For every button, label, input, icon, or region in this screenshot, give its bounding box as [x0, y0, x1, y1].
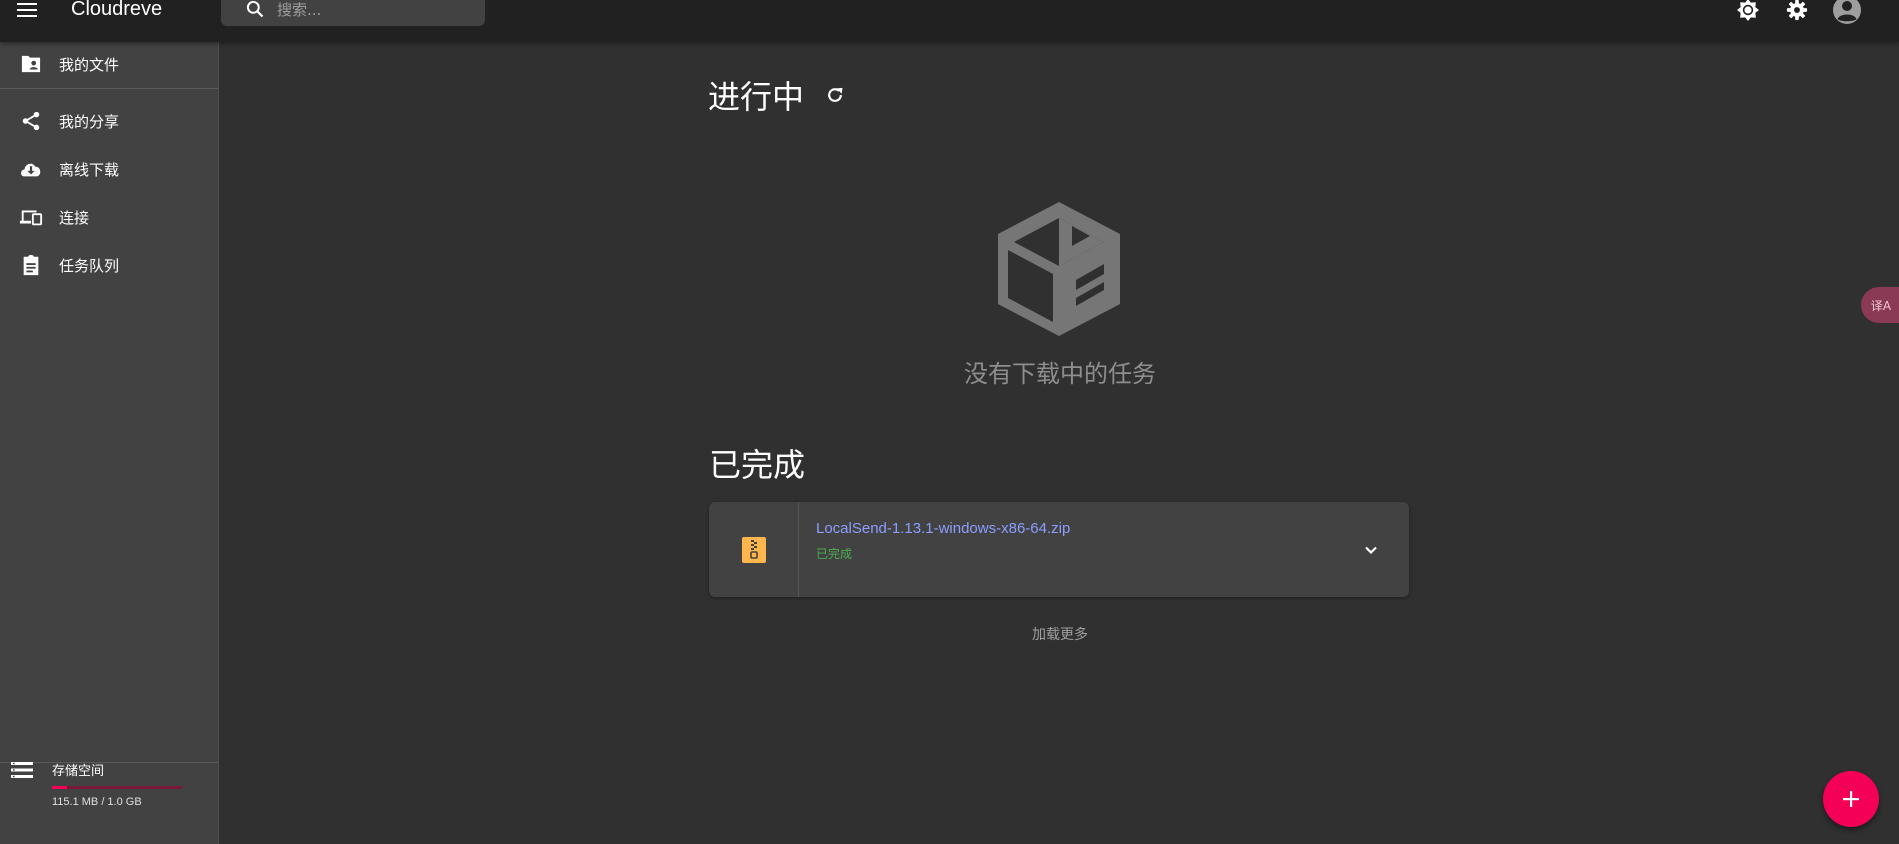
- sidebar-item-label: 连接: [59, 208, 90, 227]
- translate-button[interactable]: 译A: [1861, 287, 1899, 323]
- sidebar-item-label: 任务队列: [59, 256, 120, 275]
- task-card[interactable]: LocalSend-1.13.1-windows-x86-64.zip 已完成: [709, 502, 1409, 597]
- sidebar-item-label: 我的分享: [59, 112, 120, 131]
- load-more-button[interactable]: 加载更多: [980, 624, 1140, 644]
- sidebar-item-task-queue[interactable]: 任务队列: [0, 245, 218, 285]
- clipboard-task-icon: [19, 253, 43, 277]
- sidebar: 我的文件 我的分享 离线下载 连接 任务队列 存储空间 115.1 MB / 1…: [0, 42, 219, 844]
- empty-state-text: 没有下载中的任务: [964, 360, 1156, 388]
- completed-title: 已完成: [709, 446, 806, 484]
- gear-icon: [1786, 0, 1808, 21]
- empty-box-icon: [986, 200, 1132, 340]
- plus-icon: [1843, 791, 1859, 807]
- sidebar-divider: [0, 88, 218, 89]
- sidebar-item-label: 我的文件: [59, 55, 120, 74]
- storage-usage-text: 115.1 MB / 1.0 GB: [52, 796, 142, 808]
- share-icon: [19, 109, 43, 133]
- task-file-icon-cell: [709, 502, 799, 597]
- storage-progress-bar: [52, 786, 182, 789]
- sidebar-item-label: 离线下载: [59, 160, 120, 179]
- storage-icon: [11, 761, 33, 783]
- search-box[interactable]: [221, 0, 485, 26]
- avatar-icon: [1833, 0, 1861, 24]
- account-button[interactable]: [1831, 0, 1863, 24]
- search-input[interactable]: [275, 0, 475, 22]
- theme-toggle-button[interactable]: [1732, 0, 1764, 24]
- sidebar-item-my-files[interactable]: 我的文件: [0, 44, 218, 84]
- in-progress-title: 进行中: [708, 78, 805, 116]
- app-title: Cloudreve: [71, 0, 163, 20]
- settings-button[interactable]: [1781, 0, 1813, 24]
- folder-shared-icon: [19, 52, 43, 76]
- task-status: 已完成: [816, 547, 853, 561]
- chevron-down-icon: [1365, 546, 1377, 555]
- storage-panel[interactable]: 存储空间 115.1 MB / 1.0 GB: [0, 706, 218, 808]
- sidebar-item-connections[interactable]: 连接: [0, 197, 218, 237]
- zip-file-icon: [741, 536, 766, 563]
- add-task-button[interactable]: [1823, 771, 1879, 827]
- search-icon: [245, 0, 265, 23]
- app-bar: Cloudreve: [0, 0, 1899, 42]
- expand-button[interactable]: [1359, 538, 1383, 562]
- sidebar-item-offline-download[interactable]: 离线下载: [0, 149, 218, 189]
- sidebar-item-my-shares[interactable]: 我的分享: [0, 101, 218, 141]
- refresh-icon: [828, 87, 843, 102]
- devices-icon: [19, 205, 43, 229]
- menu-button[interactable]: [12, 0, 42, 22]
- menu-icon: [17, 3, 37, 17]
- cloud-download-icon: [19, 157, 43, 181]
- storage-progress-fill: [52, 786, 67, 789]
- task-file-name[interactable]: LocalSend-1.13.1-windows-x86-64.zip: [816, 520, 1070, 537]
- storage-title: 存储空间: [52, 764, 105, 779]
- brightness-icon: [1737, 0, 1759, 21]
- refresh-button[interactable]: [824, 84, 846, 106]
